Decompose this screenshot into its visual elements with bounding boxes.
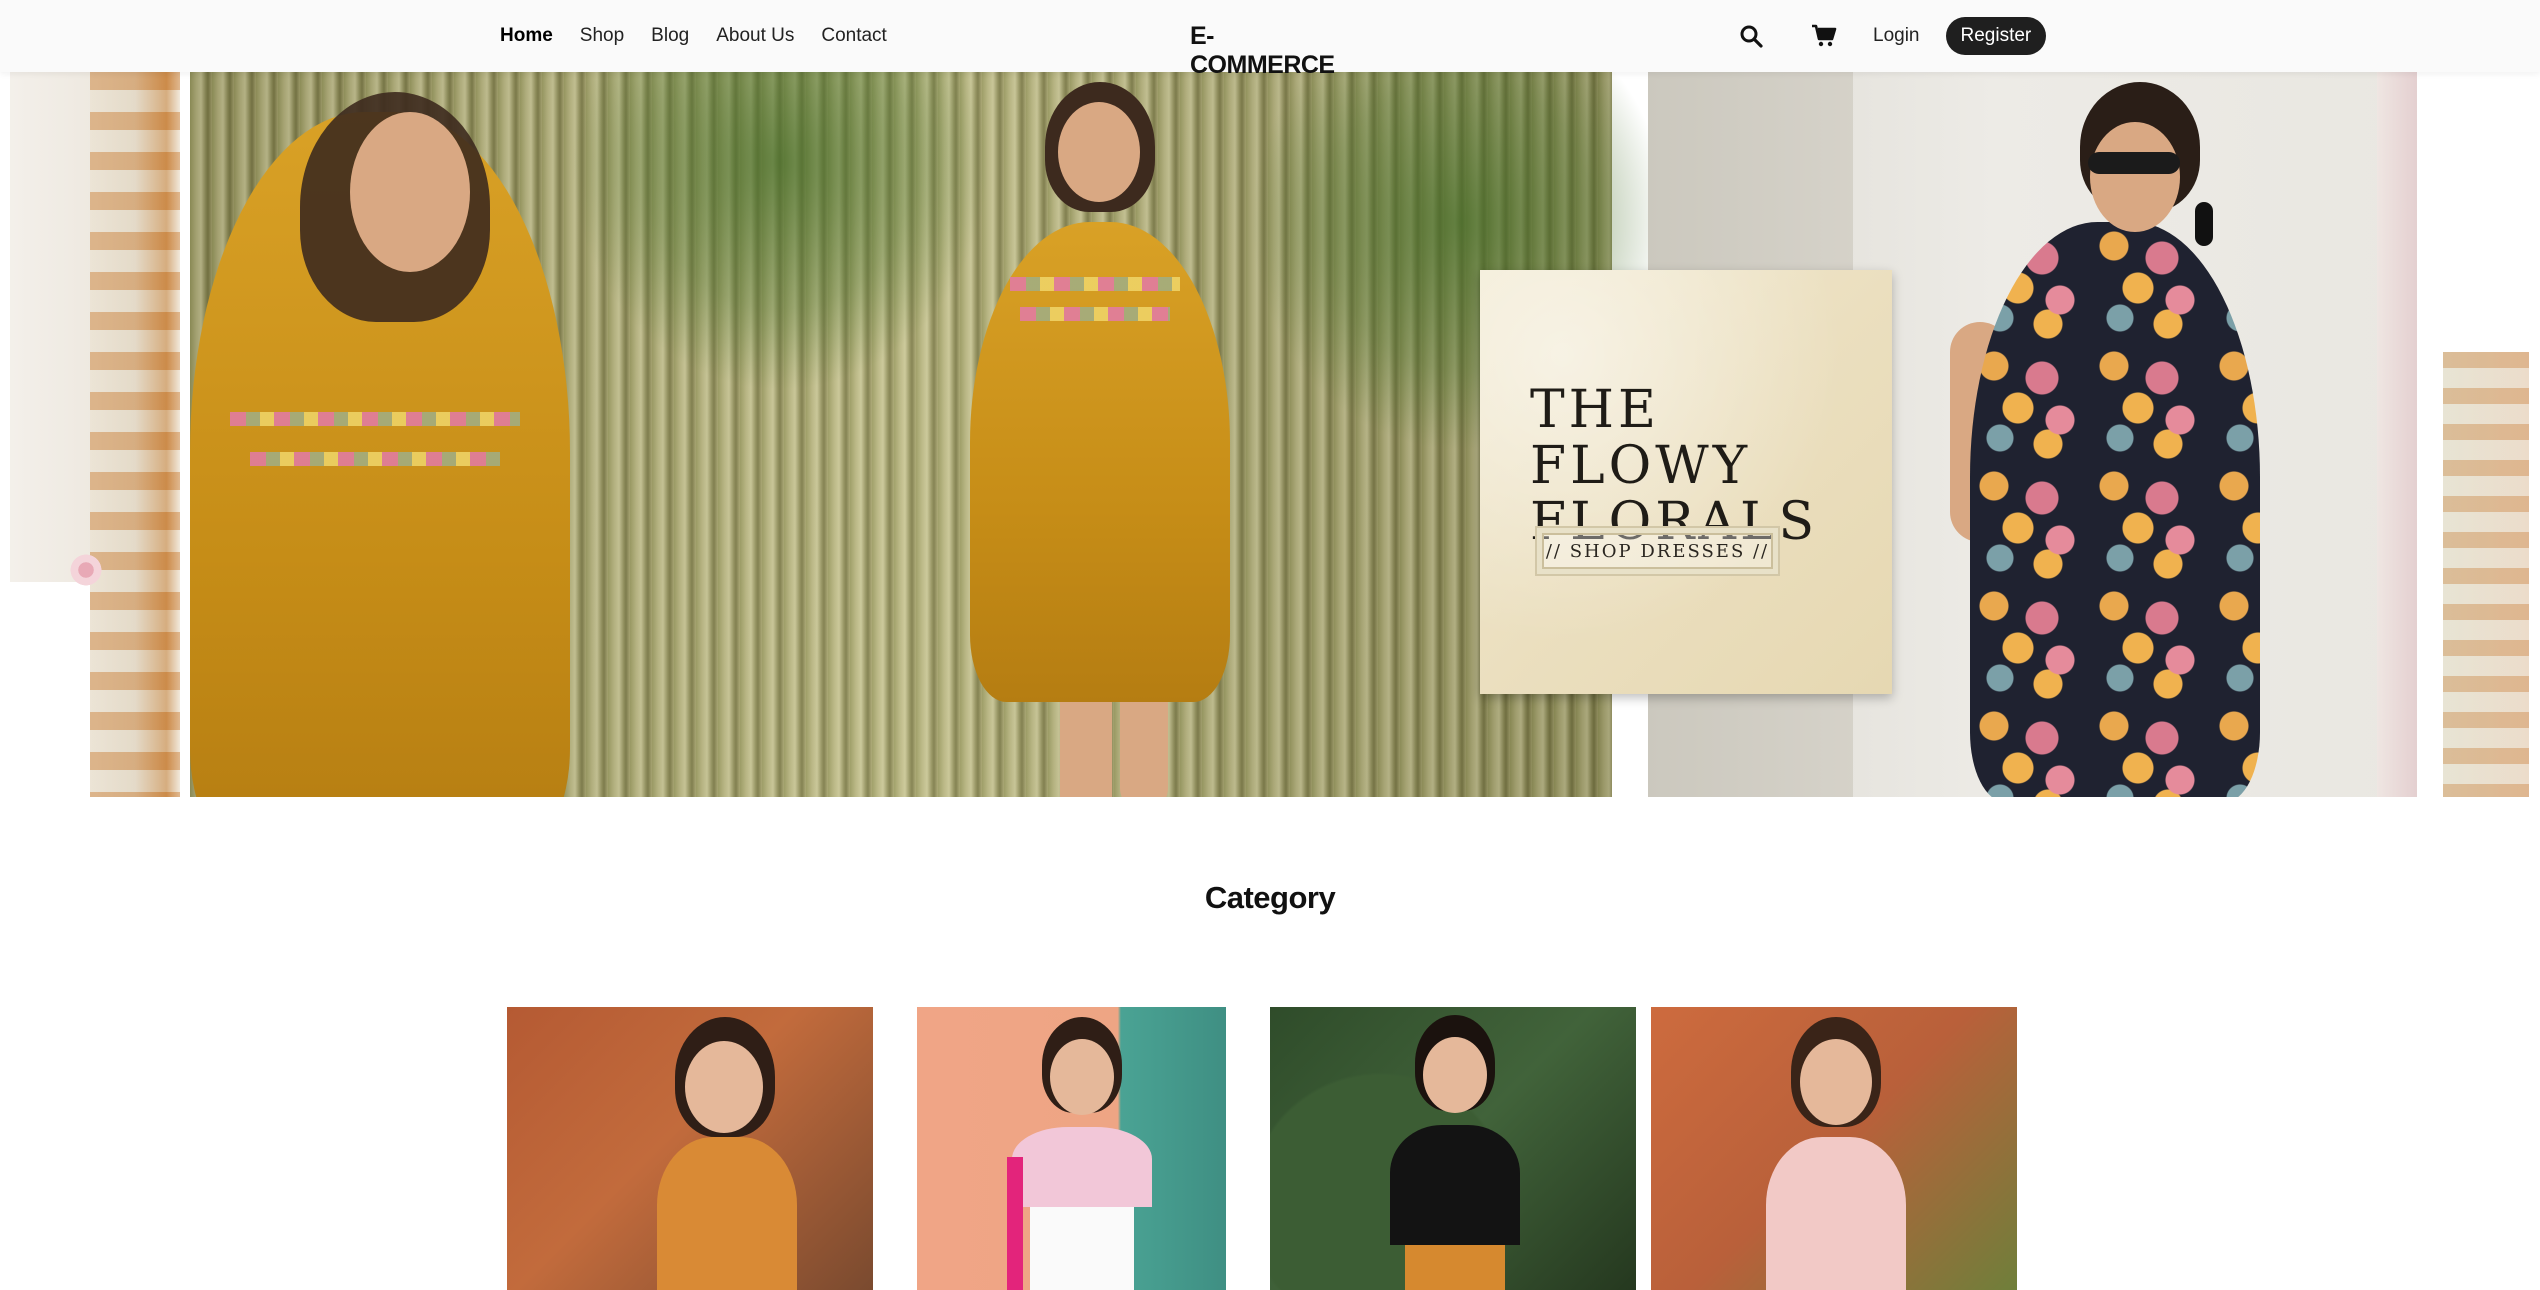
category-photo-pink-dress <box>1766 1017 1906 1290</box>
shop-dresses-button[interactable]: // SHOP DRESSES // <box>1535 526 1780 576</box>
header-actions: Login Register <box>1738 0 2047 72</box>
nav-link-about-us[interactable]: About Us <box>716 25 794 47</box>
flower-decor-icon <box>68 552 104 588</box>
nav-link-shop[interactable]: Shop <box>580 25 624 47</box>
category-photo-orange-dress <box>657 1017 797 1290</box>
category-photo-pink-top <box>1012 1017 1152 1290</box>
sunglasses-icon <box>2088 152 2180 174</box>
nav-link-contact[interactable]: Contact <box>821 25 886 47</box>
category-card[interactable] <box>917 1007 1226 1290</box>
promo-card: THE FLOWY FLORALS // SHOP DRESSES // <box>1480 270 1892 694</box>
brand-logo[interactable]: E-COMMERCE <box>1190 22 1350 80</box>
promo-title: THE FLOWY FLORALS <box>1530 380 1819 552</box>
model-yellow-dress-center <box>950 72 1250 797</box>
category-photo-black-top <box>1390 1015 1520 1290</box>
category-card[interactable] <box>507 1007 873 1290</box>
category-section-title: Category <box>1204 880 1336 915</box>
top-navbar: Home Shop Blog About Us Contact E-COMMER… <box>0 0 2540 79</box>
cart-icon[interactable] <box>1811 23 1837 49</box>
nav-link-blog[interactable]: Blog <box>651 25 689 47</box>
model-floral-dress-right <box>1930 72 2290 797</box>
login-link[interactable]: Login <box>1873 25 1920 47</box>
category-card[interactable] <box>1651 1007 2017 1290</box>
main-nav: Home Shop Blog About Us Contact <box>500 0 914 72</box>
register-button[interactable]: Register <box>1945 17 2047 55</box>
model-yellow-dress-left <box>190 72 570 797</box>
search-icon[interactable] <box>1738 23 1764 49</box>
next-slide-peek <box>2443 352 2529 797</box>
hero-decor-strip <box>90 72 180 797</box>
category-card[interactable] <box>1270 1007 1636 1290</box>
nav-link-home[interactable]: Home <box>500 25 553 47</box>
hero-banner-carousel[interactable]: THE FLOWY FLORALS // SHOP DRESSES // <box>0 72 2540 797</box>
